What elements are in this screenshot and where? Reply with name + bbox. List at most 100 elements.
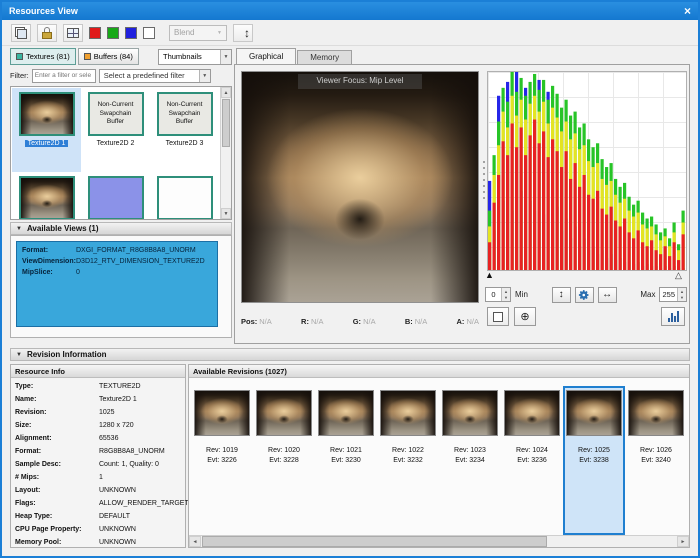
b-label: B: xyxy=(405,317,413,326)
scroll-left-icon[interactable]: ◄ xyxy=(189,536,201,547)
max-range-handle-icon[interactable]: △ xyxy=(675,270,682,281)
red-channel-toggle[interactable] xyxy=(89,27,101,39)
texture-thumbnail[interactable] xyxy=(150,172,219,220)
resource-info-row: Sample Desc:Count: 1, Quality: 0 xyxy=(11,458,185,471)
pos-label: Pos: xyxy=(241,317,257,326)
revision-item[interactable]: Rev: 1022Evt: 3232 xyxy=(377,386,439,535)
r-value: N/A xyxy=(311,317,324,326)
predefined-filter-dropdown[interactable]: Select a predefined filter ▼ xyxy=(99,69,211,83)
tab-graphical[interactable]: Graphical xyxy=(236,48,296,64)
revision-item-selected[interactable]: Rev: 1025Evt: 3238 xyxy=(563,386,625,535)
resource-info-row: Alignment:65536 xyxy=(11,432,185,445)
texture-thumbnail[interactable] xyxy=(12,172,81,220)
g-value: N/A xyxy=(363,317,376,326)
vertical-scrollbar[interactable]: ▲ ▼ xyxy=(220,87,231,219)
max-spinner[interactable]: 255 ▲▼ xyxy=(659,287,687,302)
alpha-channel-toggle[interactable] xyxy=(143,27,155,39)
clone-view-button[interactable] xyxy=(11,24,31,42)
fit-vertical-button[interactable]: ↕ xyxy=(552,287,571,303)
view-item[interactable]: Format:DXGI_FORMAT_R8G8B8A8_UNORM ViewDi… xyxy=(16,241,218,327)
blend-dropdown[interactable]: Blend ▼ xyxy=(169,25,227,41)
tab-memory[interactable]: Memory xyxy=(297,50,352,64)
revision-item[interactable]: Rev: 1024Evt: 3236 xyxy=(501,386,563,535)
chevron-down-icon: ▼ xyxy=(220,50,231,64)
scroll-up-icon[interactable]: ▲ xyxy=(221,87,231,98)
gear-icon xyxy=(578,289,590,301)
histogram-toggle-button[interactable] xyxy=(661,307,685,326)
view-mode-dropdown[interactable]: Thumbnails ▼ xyxy=(158,49,232,65)
green-channel-toggle[interactable] xyxy=(107,27,119,39)
revision-thumbnail xyxy=(318,390,374,436)
scroll-down-icon[interactable]: ▼ xyxy=(221,208,231,219)
range-controls: 0 ▲▼ Min ↕ ↔ Max 255 ▲▼ xyxy=(485,286,687,303)
revision-item[interactable]: Rev: 1026Evt: 3240 xyxy=(625,386,687,535)
buffers-color-icon xyxy=(84,53,91,60)
resource-info-row: Memory Pool:UNKNOWN xyxy=(11,536,185,549)
clone-icon xyxy=(15,27,27,39)
view-info-label: ViewDimension: xyxy=(22,257,76,268)
scroll-right-icon[interactable]: ► xyxy=(677,536,689,547)
texture-thumbnail-label: Texture2D 1 xyxy=(25,140,69,147)
revision-item[interactable]: Rev: 1020Evt: 3228 xyxy=(253,386,315,535)
image-viewer[interactable]: Viewer Focus: Mip Level xyxy=(241,71,479,303)
crosshair-button[interactable]: ⊕ xyxy=(514,307,536,326)
revision-information-header[interactable]: ▼ Revision Information xyxy=(10,348,690,361)
crosshair-icon: ⊕ xyxy=(520,310,529,323)
bar-chart-icon xyxy=(668,318,670,322)
texture-thumbnail[interactable] xyxy=(81,172,150,220)
texture-thumbnail[interactable]: Non-Current Swapchain Buffer Texture2D 3 xyxy=(150,88,219,172)
scrollbar-thumb[interactable] xyxy=(222,99,230,147)
chevron-down-icon: ▼ xyxy=(217,30,222,36)
textures-tab[interactable]: Textures (81) xyxy=(10,48,76,65)
background-color-button[interactable] xyxy=(487,307,509,326)
filter-label: Filter: xyxy=(10,71,29,80)
spin-down-icon[interactable]: ▼ xyxy=(502,295,510,302)
flip-vertical-button[interactable]: ↕ xyxy=(233,24,253,42)
revision-thumbnail xyxy=(380,390,436,436)
revision-item[interactable]: Rev: 1023Evt: 3234 xyxy=(439,386,501,535)
texture-thumbnail[interactable]: Non-Current Swapchain Buffer Texture2D 2 xyxy=(81,88,150,172)
texture-preview xyxy=(19,92,75,136)
close-icon[interactable]: × xyxy=(684,5,691,17)
viewer-panel: Graphical Memory Viewer Focus: Mip Level… xyxy=(234,48,690,344)
resource-info-row: Flags:ALLOW_RENDER_TARGET xyxy=(11,497,185,510)
r-label: R: xyxy=(301,317,309,326)
toolbar: Blend ▼ ↕ xyxy=(2,20,698,46)
revision-thumbnail xyxy=(628,390,684,436)
lock-view-button[interactable] xyxy=(37,24,57,42)
resources-view-window: Resources View × Blend ▼ ↕ Textures (81)… xyxy=(0,0,700,558)
filter-input[interactable] xyxy=(32,69,96,83)
texture-preview xyxy=(88,176,144,220)
b-value: N/A xyxy=(415,317,428,326)
fit-horizontal-button[interactable]: ↔ xyxy=(598,287,617,303)
buffers-tab[interactable]: Buffers (84) xyxy=(78,48,139,65)
revision-item[interactable]: Rev: 1021Evt: 3230 xyxy=(315,386,377,535)
available-views-header[interactable]: ▼ Available Views (1) xyxy=(10,222,232,235)
available-views-list: Format:DXGI_FORMAT_R8G8B8A8_UNORM ViewDi… xyxy=(10,235,232,338)
resource-info-row: CPU Page Property:UNKNOWN xyxy=(11,523,185,536)
scrollbar-thumb[interactable] xyxy=(202,536,547,547)
titlebar[interactable]: Resources View × xyxy=(2,2,698,20)
available-revisions-panel: Available Revisions (1027) Rev: 1019Evt:… xyxy=(188,364,690,548)
spin-down-icon[interactable]: ▼ xyxy=(678,295,686,302)
min-spinner[interactable]: 0 ▲▼ xyxy=(485,287,511,302)
resource-list-panel: Textures (81) Buffers (84) Thumbnails ▼ … xyxy=(10,48,232,344)
horizontal-scrollbar[interactable]: ◄ ► xyxy=(189,535,689,547)
texture-thumbnail[interactable]: Texture2D 1 xyxy=(12,88,81,172)
view-info-label: Format: xyxy=(22,246,76,257)
texture-image[interactable] xyxy=(242,72,478,302)
resource-info-panel: Resource Info Type:TEXTURE2D Name:Textur… xyxy=(10,364,186,548)
resource-info-row: Format:R8G8B8A8_UNORM xyxy=(11,445,185,458)
settings-button[interactable] xyxy=(575,287,594,303)
view-info-label: MipSlice: xyxy=(22,268,76,279)
blend-label: Blend xyxy=(174,28,194,37)
blue-channel-toggle[interactable] xyxy=(125,27,137,39)
revision-item[interactable]: Rev: 1019Evt: 3226 xyxy=(191,386,253,535)
grid-view-button[interactable] xyxy=(63,24,83,42)
background-buttons: ⊕ xyxy=(487,307,536,326)
min-range-handle-icon[interactable]: ▲ xyxy=(485,270,494,280)
flip-vertical-icon: ↕ xyxy=(559,289,564,300)
revision-list: Rev: 1019Evt: 3226 Rev: 1020Evt: 3228 Re… xyxy=(189,378,689,535)
min-value: 0 xyxy=(486,288,501,301)
available-views-title: Available Views (1) xyxy=(27,224,99,233)
